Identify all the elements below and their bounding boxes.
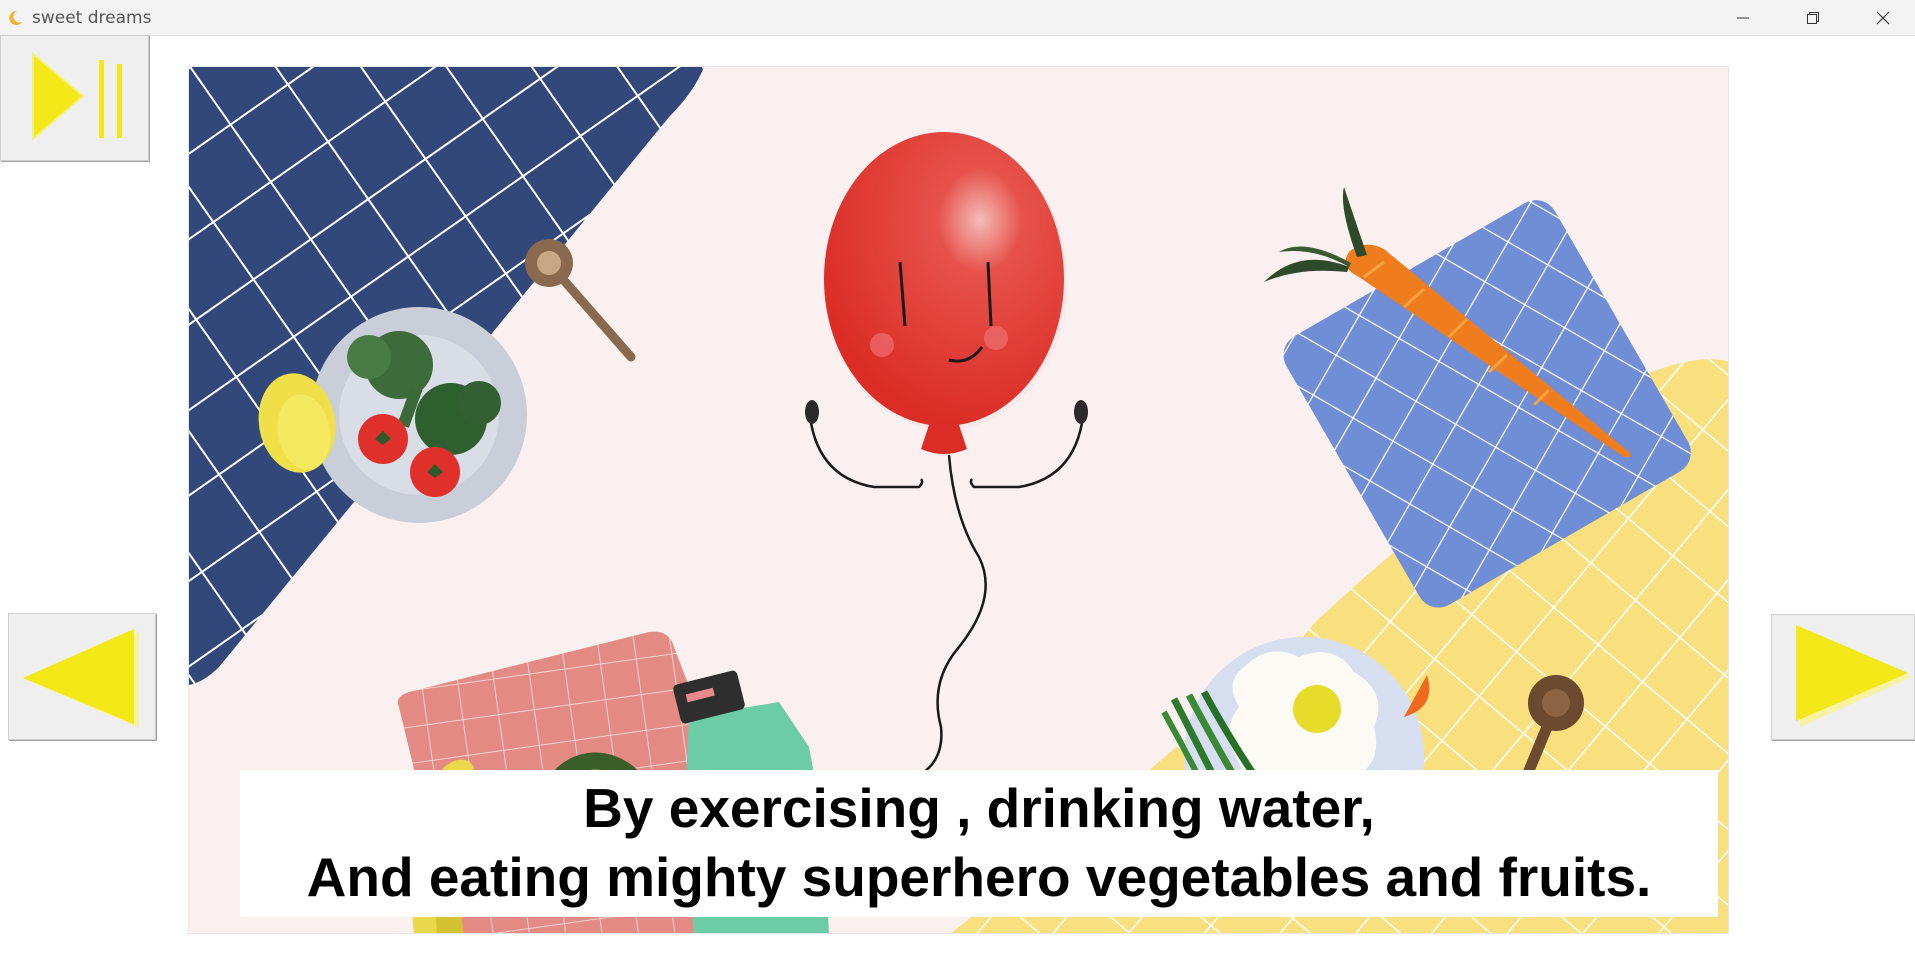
caption-line-1: By exercising , drinking water, [583, 777, 1375, 839]
minimize-icon [1737, 17, 1749, 18]
crescent-moon-icon [6, 9, 24, 27]
close-button[interactable] [1848, 0, 1915, 35]
play-pause-icon [32, 51, 122, 142]
title-bar: sweet dreams [0, 0, 1915, 36]
restore-button[interactable] [1778, 0, 1848, 35]
window-title: sweet dreams [32, 8, 152, 28]
story-caption: By exercising , drinking water, And eati… [240, 770, 1718, 917]
restore-icon [1807, 11, 1819, 24]
close-icon [1876, 11, 1890, 24]
previous-page-button[interactable] [8, 613, 156, 740]
previous-arrow-icon [23, 629, 139, 728]
caption-line-2: And eating mighty superhero vegetables a… [306, 846, 1652, 908]
minimize-button[interactable] [1708, 0, 1778, 35]
play-pause-button[interactable] [0, 35, 149, 161]
next-page-button[interactable] [1771, 614, 1915, 740]
app-window: sweet dreams By exercising , drinking wa… [0, 0, 1915, 958]
next-arrow-icon [1796, 625, 1912, 727]
balloon-character [805, 132, 1088, 773]
